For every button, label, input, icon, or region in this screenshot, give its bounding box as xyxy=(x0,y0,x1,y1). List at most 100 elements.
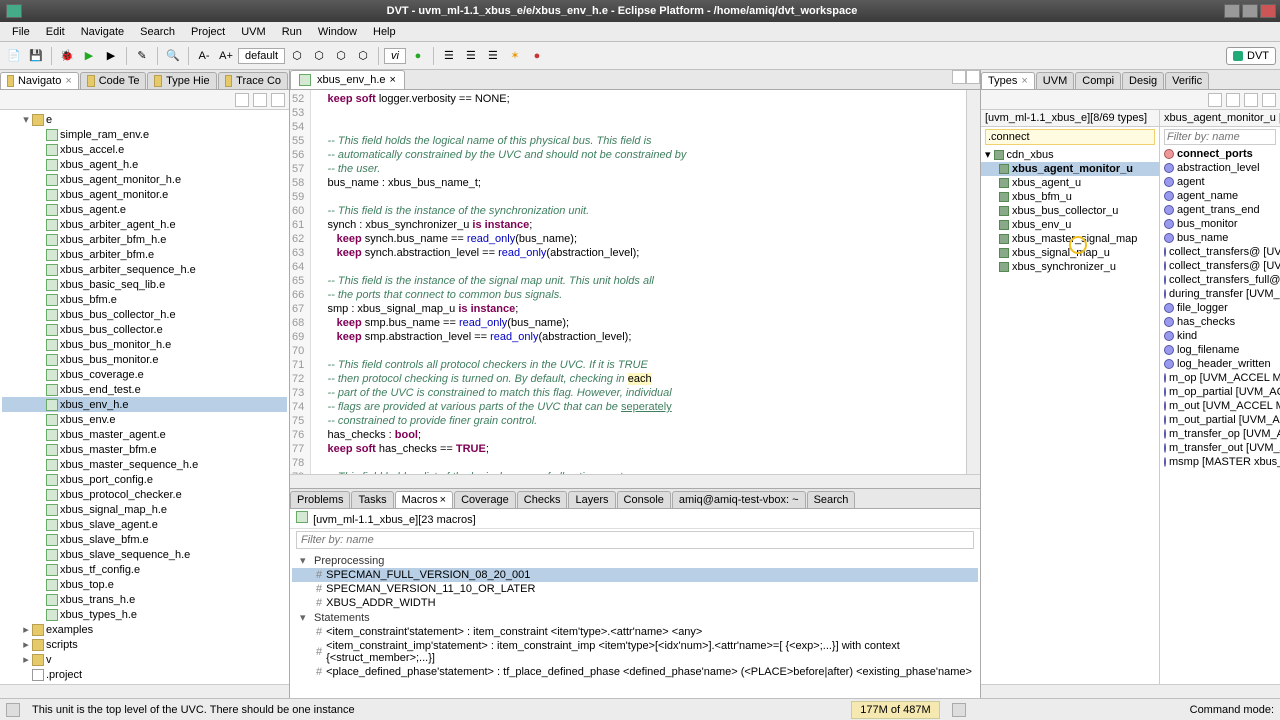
link-editor-icon[interactable] xyxy=(253,93,267,107)
t6[interactable]: ☰ xyxy=(439,46,459,66)
menu-uvm[interactable]: UVM xyxy=(233,24,273,40)
build-combo[interactable]: default xyxy=(238,48,285,64)
tree-item[interactable]: xbus_bus_collector.e xyxy=(2,322,287,337)
type-item[interactable]: xbus_signal_map_u xyxy=(981,246,1159,260)
macro-group[interactable]: ▾Preprocessing xyxy=(292,553,978,568)
font-inc-button[interactable]: A+ xyxy=(216,46,236,66)
tree-item[interactable]: xbus_agent_monitor.e xyxy=(2,187,287,202)
t10[interactable]: ● xyxy=(527,46,547,66)
right-tab-4[interactable]: Verific xyxy=(1165,72,1209,89)
menu-help[interactable]: Help xyxy=(365,24,404,40)
left-tab-2[interactable]: Type Hie xyxy=(147,72,216,89)
menu-navigate[interactable]: Navigate xyxy=(73,24,132,40)
member-item[interactable]: msmp [MASTER xbus_a xyxy=(1160,455,1280,469)
menu-run[interactable]: Run xyxy=(274,24,310,40)
t8[interactable]: ☰ xyxy=(483,46,503,66)
left-tab-0[interactable]: Navigato× xyxy=(0,72,79,89)
tree-item[interactable]: ▸examples xyxy=(2,622,287,637)
tree-item[interactable]: xbus_protocol_checker.e xyxy=(2,487,287,502)
tree-item[interactable]: xbus_env.e xyxy=(2,412,287,427)
vi-combo[interactable]: vi xyxy=(384,48,406,64)
type-item[interactable]: xbus_bus_collector_u xyxy=(981,204,1159,218)
right-tab-1[interactable]: UVM xyxy=(1036,72,1074,89)
search-button[interactable]: 🔍 xyxy=(163,46,183,66)
editor-tab[interactable]: xbus_env_h.e × xyxy=(290,70,405,89)
minimize-button[interactable] xyxy=(1224,4,1240,18)
member-item[interactable]: m_transfer_out [UVM_A xyxy=(1160,441,1280,455)
macro-item[interactable]: # <item_constraint'statement> : item_con… xyxy=(292,625,978,639)
tree-item[interactable]: xbus_arbiter_bfm_h.e xyxy=(2,232,287,247)
file-tree[interactable]: ▾esimple_ram_env.exbus_accel.e xbus_agent… xyxy=(0,110,289,684)
menu-search[interactable]: Search xyxy=(132,24,183,40)
tree-item[interactable]: xbus_arbiter_bfm.e xyxy=(2,247,287,262)
macro-item[interactable]: # <item_constraint_imp'statement> : item… xyxy=(292,639,978,665)
save-button[interactable]: 💾 xyxy=(26,46,46,66)
member-item[interactable]: collect_transfers@ [UV xyxy=(1160,245,1280,259)
tree-item[interactable]: xbus_tf_config.e xyxy=(2,562,287,577)
tree-item[interactable]: xbus_trans_h.e xyxy=(2,592,287,607)
type-item[interactable]: xbus_agent_u xyxy=(981,176,1159,190)
macro-item[interactable]: # SPECMAN_FULL_VERSION_08_20_001 xyxy=(292,568,978,582)
tree-item[interactable]: xbus_slave_sequence_h.e xyxy=(2,547,287,562)
tree-item[interactable]: ▸v xyxy=(2,652,287,667)
tree-item[interactable]: .project xyxy=(2,667,287,682)
member-item[interactable]: m_out_partial [UVM_AC xyxy=(1160,413,1280,427)
t5[interactable]: ● xyxy=(408,46,428,66)
macro-item[interactable]: # <place_defined_phase'statement> : tf_p… xyxy=(292,665,978,679)
tree-item[interactable]: xbus_accel.e xyxy=(2,142,287,157)
member-item[interactable]: collect_transfers@ [UV xyxy=(1160,259,1280,273)
right-tab-3[interactable]: Desig xyxy=(1122,72,1164,89)
member-item[interactable]: file_logger xyxy=(1160,301,1280,315)
new-button[interactable]: 📄 xyxy=(4,46,24,66)
type-item[interactable]: xbus_env_u xyxy=(981,218,1159,232)
member-item[interactable]: log_header_written xyxy=(1160,357,1280,371)
tree-item[interactable]: xbus_types_h.e xyxy=(2,607,287,622)
menu-file[interactable]: File xyxy=(4,24,38,40)
r-icon3[interactable] xyxy=(1244,93,1258,107)
tree-item[interactable]: xbus_slave_bfm.e xyxy=(2,532,287,547)
tree-item[interactable]: xbus_end_test.e xyxy=(2,382,287,397)
menu-window[interactable]: Window xyxy=(310,24,365,40)
right-tab-0[interactable]: Types× xyxy=(981,72,1035,89)
run-button[interactable]: ▶ xyxy=(79,46,99,66)
tree-item[interactable]: xbus_bus_monitor_h.e xyxy=(2,337,287,352)
member-item[interactable]: abstraction_level xyxy=(1160,161,1280,175)
menu-edit[interactable]: Edit xyxy=(38,24,73,40)
t4[interactable]: ⬡ xyxy=(353,46,373,66)
bottom-tab-5[interactable]: Layers xyxy=(568,491,615,508)
editor-hscroll[interactable] xyxy=(290,474,980,488)
member-item[interactable]: connect_ports xyxy=(1160,147,1280,161)
member-item[interactable]: m_out [UVM_ACCEL MA xyxy=(1160,399,1280,413)
tree-item[interactable]: xbus_bus_monitor.e xyxy=(2,352,287,367)
member-item[interactable]: m_transfer_op [UVM_A xyxy=(1160,427,1280,441)
r-icon4[interactable] xyxy=(1262,93,1276,107)
type-item[interactable]: xbus_bfm_u xyxy=(981,190,1159,204)
tree-item[interactable]: xbus_master_agent.e xyxy=(2,427,287,442)
member-item[interactable]: during_transfer [UVM_ xyxy=(1160,287,1280,301)
types-filter[interactable] xyxy=(985,129,1155,145)
macro-item[interactable]: # SPECMAN_VERSION_11_10_OR_LATER xyxy=(292,582,978,596)
minimize-editor-icon[interactable] xyxy=(952,70,966,84)
tree-item[interactable]: simple_ram_env.e xyxy=(2,127,287,142)
member-item[interactable]: kind xyxy=(1160,329,1280,343)
font-dec-button[interactable]: A- xyxy=(194,46,214,66)
types-hscroll[interactable] xyxy=(981,684,1280,698)
menu-project[interactable]: Project xyxy=(183,24,233,40)
bottom-tab-0[interactable]: Problems xyxy=(290,491,350,508)
member-item[interactable]: agent_trans_end xyxy=(1160,203,1280,217)
tree-item[interactable]: xbus_master_bfm.e xyxy=(2,442,287,457)
tree-item[interactable]: xbus_arbiter_sequence_h.e xyxy=(2,262,287,277)
tree-hscroll[interactable] xyxy=(0,684,289,698)
close-icon[interactable]: × xyxy=(390,74,396,86)
types-root[interactable]: ▾cdn_xbus xyxy=(981,147,1159,162)
tree-item[interactable]: xbus_top.e xyxy=(2,577,287,592)
r-icon1[interactable] xyxy=(1208,93,1222,107)
t1[interactable]: ⬡ xyxy=(287,46,307,66)
left-tab-1[interactable]: Code Te xyxy=(80,72,147,89)
bottom-tab-6[interactable]: Console xyxy=(617,491,671,508)
perspective-dvt[interactable]: DVT xyxy=(1226,47,1276,65)
members-list[interactable]: connect_portsabstraction_levelagentagent… xyxy=(1160,147,1280,684)
left-tab-3[interactable]: Trace Co xyxy=(218,72,288,89)
tree-item[interactable]: ▾e xyxy=(2,112,287,127)
t7[interactable]: ☰ xyxy=(461,46,481,66)
